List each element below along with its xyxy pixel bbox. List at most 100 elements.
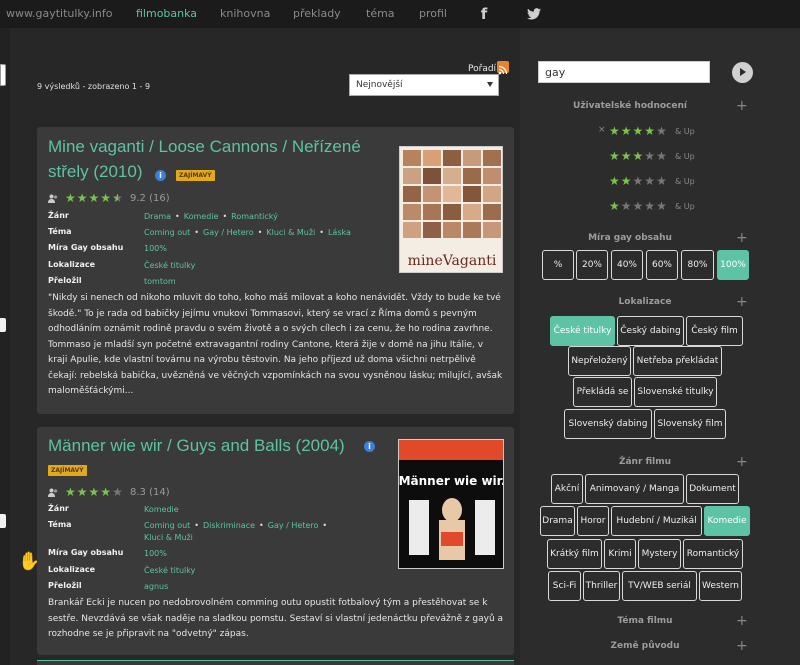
- and-up-label: & Up: [675, 152, 695, 161]
- rating-filter-2[interactable]: ★ ★ ★ ★ ★: [609, 175, 667, 187]
- gay-content-value[interactable]: 100%: [144, 244, 167, 253]
- star-empty-icon: ★: [656, 174, 667, 188]
- poster-title: Männer wie wir.: [399, 474, 504, 488]
- localization-option[interactable]: Slovenské titulky: [634, 377, 717, 407]
- plus-icon[interactable]: +: [736, 639, 748, 653]
- left-control-edge[interactable]: [0, 514, 6, 528]
- genre-option[interactable]: Thriller: [583, 571, 620, 601]
- translator-value[interactable]: tomtom: [144, 277, 176, 286]
- gay-content-option[interactable]: 60%: [646, 250, 678, 280]
- rating-filter-4[interactable]: ★ ★ ★ ★ ★: [609, 125, 667, 137]
- star-icon: ★: [100, 191, 112, 205]
- genre-link[interactable]: Drama: [144, 212, 171, 221]
- localization-heading[interactable]: Lokalizace: [595, 297, 695, 307]
- gay-content-option[interactable]: %: [542, 250, 574, 280]
- star-empty-icon: ★: [656, 149, 667, 163]
- genre-option[interactable]: Drama: [540, 506, 575, 536]
- star-empty-icon: ★: [644, 199, 656, 213]
- nav-tema[interactable]: téma: [366, 7, 395, 20]
- localization-value[interactable]: České titulky: [144, 261, 195, 270]
- star-empty-icon: ★: [644, 149, 656, 163]
- sort-select[interactable]: Nejnovější: [349, 74, 499, 96]
- users-icon: [48, 488, 58, 497]
- localization-option[interactable]: Slovenský dabing: [564, 409, 652, 439]
- rating-filter-3[interactable]: ★ ★ ★ ★ ★: [609, 150, 667, 162]
- film-poster[interactable]: Männer wie wir.: [398, 439, 504, 569]
- theme-heading[interactable]: Téma filmu: [595, 616, 695, 626]
- translator-label: Přeložil: [48, 276, 82, 285]
- gay-content-value[interactable]: 100%: [144, 549, 167, 558]
- info-icon[interactable]: i: [364, 441, 375, 452]
- star-icon: ★: [609, 174, 620, 188]
- nav-knihovna[interactable]: knihovna: [220, 7, 270, 20]
- plus-icon[interactable]: +: [736, 614, 748, 628]
- site-name-link[interactable]: www.gaytitulky.info: [6, 7, 112, 20]
- facebook-icon[interactable]: f: [474, 4, 494, 24]
- search-input[interactable]: gay: [538, 61, 710, 83]
- theme-link[interactable]: Kluci & Muži: [144, 533, 193, 542]
- gay-content-option[interactable]: 80%: [681, 250, 714, 280]
- gay-content-option-active[interactable]: 100%: [717, 250, 749, 280]
- theme-link[interactable]: Coming out: [144, 521, 190, 530]
- localization-option-active[interactable]: České titulky: [550, 316, 615, 346]
- plus-icon[interactable]: +: [736, 231, 748, 245]
- theme-link[interactable]: Coming out: [144, 228, 190, 237]
- star-icon: ★: [65, 485, 76, 499]
- theme-link[interactable]: Gay / Hetero: [203, 228, 254, 237]
- genre-option[interactable]: Krimi: [604, 539, 636, 569]
- nav-profil[interactable]: profil: [419, 7, 447, 20]
- genre-link[interactable]: Komedie: [184, 212, 219, 221]
- left-input-edge[interactable]: [0, 64, 6, 86]
- localization-option[interactable]: Slovenský film: [654, 409, 726, 439]
- genre-heading[interactable]: Žánr filmu: [595, 457, 695, 467]
- genre-link[interactable]: Romantický: [231, 212, 278, 221]
- genre-option-active[interactable]: Komedie: [704, 506, 750, 536]
- localization-value[interactable]: České titulky: [144, 566, 195, 575]
- rss-icon[interactable]: [497, 61, 509, 75]
- genre-option[interactable]: Sci-Fi: [548, 571, 581, 601]
- clear-icon[interactable]: ×: [598, 125, 606, 135]
- star-icon: ★: [632, 149, 644, 163]
- country-heading[interactable]: Země původu: [595, 641, 695, 651]
- translator-value[interactable]: agnus: [144, 582, 168, 591]
- left-control-edge[interactable]: [0, 318, 6, 332]
- genre-option[interactable]: Horor: [577, 506, 609, 536]
- theme-link[interactable]: Láska: [328, 228, 351, 237]
- gay-content-option[interactable]: 40%: [611, 250, 643, 280]
- film-title[interactable]: Männer wie wir / Guys and Balls (2004): [48, 433, 345, 458]
- gay-content-heading[interactable]: Míra gay obsahu: [580, 233, 680, 243]
- genre-option[interactable]: Krátký film: [547, 539, 602, 569]
- nav-filmobanka[interactable]: filmobanka: [136, 7, 197, 20]
- theme-link[interactable]: Gay / Hetero: [268, 521, 319, 530]
- poster-image: Männer wie wir.: [399, 440, 504, 568]
- genre-option[interactable]: Hudební / Muzikál: [611, 506, 702, 536]
- genre-option[interactable]: TV/WEB seriál: [622, 571, 697, 601]
- twitter-icon[interactable]: [524, 4, 544, 24]
- plus-icon[interactable]: +: [736, 99, 748, 113]
- localization-option[interactable]: Český film: [686, 316, 743, 346]
- localization-option[interactable]: Překládá se: [573, 377, 632, 407]
- info-icon[interactable]: i: [155, 170, 166, 181]
- localization-option[interactable]: Nepřeložený: [568, 346, 631, 376]
- genre-option[interactable]: Dokument: [686, 474, 739, 504]
- genre-option[interactable]: Romantický: [683, 539, 743, 569]
- localization-option[interactable]: Netřeba překládat: [633, 346, 722, 376]
- film-poster[interactable]: mineVaganti: [399, 146, 503, 273]
- theme-link[interactable]: Diskriminace: [203, 521, 255, 530]
- genre-option[interactable]: Akční: [551, 474, 583, 504]
- theme-link[interactable]: Kluci & Muži: [266, 228, 315, 237]
- search-submit-button[interactable]: [732, 62, 753, 83]
- genre-option[interactable]: Mystery: [638, 539, 681, 569]
- rating-filter-1[interactable]: ★ ★ ★ ★ ★: [609, 200, 667, 212]
- user-ratings-heading[interactable]: Uživatelské hodnocení: [560, 101, 700, 111]
- plus-icon[interactable]: +: [736, 455, 748, 469]
- genre-option[interactable]: Animovaný / Manga: [585, 474, 684, 504]
- nav-preklady[interactable]: překlady: [293, 7, 341, 20]
- star-icon: ★: [644, 124, 656, 138]
- plus-icon[interactable]: +: [736, 295, 748, 309]
- localization-option[interactable]: Český dabing: [617, 316, 684, 346]
- genre-link[interactable]: Komedie: [144, 505, 179, 514]
- gay-content-option[interactable]: 20%: [576, 250, 608, 280]
- genre-option[interactable]: Western: [699, 571, 742, 601]
- star-empty-icon: ★: [656, 124, 667, 138]
